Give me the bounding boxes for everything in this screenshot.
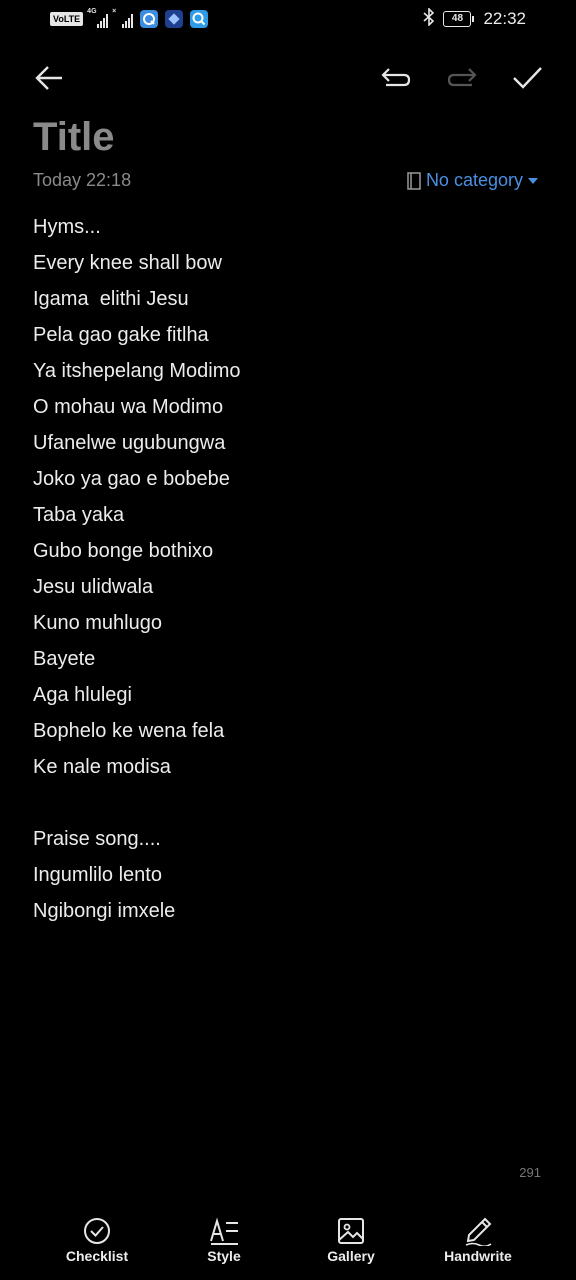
note-line: Ya itshepelang Modimo [33, 360, 241, 382]
dropdown-arrow-icon [528, 177, 538, 184]
no-signal-mark: × [112, 8, 117, 15]
undo-icon [381, 68, 411, 87]
text-style-icon [210, 1217, 238, 1245]
note-title[interactable]: Title [33, 115, 115, 160]
note-line: Ufanelwe ugubungwa [33, 432, 226, 454]
check-icon [513, 67, 542, 89]
status-right: 48 22:32 [423, 6, 526, 31]
note-line: Igama elithi Jesu [33, 288, 189, 310]
note-line: Ingumlilo lento [33, 864, 162, 886]
handwrite-label: Handwrite [444, 1248, 512, 1264]
battery-icon: 48 [443, 11, 475, 27]
save-button[interactable] [509, 60, 545, 96]
pen-icon [465, 1217, 492, 1246]
note-line: Jesu ulidwala [33, 576, 154, 598]
redo-button[interactable] [444, 60, 480, 96]
note-line [33, 785, 543, 821]
back-button[interactable] [31, 60, 67, 96]
image-icon [338, 1218, 364, 1244]
note-line: Ke nale modisa [33, 756, 171, 778]
volte-badge: VoLTE [50, 12, 84, 26]
notebook-icon [407, 171, 421, 190]
gallery-button[interactable]: Gallery [296, 1208, 406, 1264]
app-notification-icon-1 [140, 10, 159, 28]
bottom-toolbar: Checklist Style Gallery Handwrite [0, 1208, 576, 1280]
note-line: Joko ya gao e bobebe [33, 468, 230, 490]
note-line: Aga hlulegi [33, 684, 132, 706]
gallery-label: Gallery [327, 1248, 375, 1264]
note-line: O mohau wa Modimo [33, 396, 224, 418]
note-line: Ngibongi imxele [33, 900, 176, 922]
status-time: 22:32 [483, 9, 526, 28]
app-notification-icon-2 [165, 10, 184, 28]
signal-icon-2: × [112, 8, 134, 28]
status-left: VoLTE 4G × [50, 8, 209, 30]
handwrite-button[interactable]: Handwrite [423, 1208, 533, 1264]
note-line: Praise song.... [33, 828, 161, 850]
note-body[interactable]: Hyms... Every knee shall bow Igama elith… [33, 209, 543, 929]
note-line: Taba yaka [33, 504, 125, 526]
checklist-label: Checklist [65, 1248, 129, 1264]
note-line: Bophelo ke wena fela [33, 720, 225, 742]
signal-icon-1: 4G [87, 8, 109, 28]
note-line: Every knee shall bow [33, 252, 222, 274]
note-line: Bayete [33, 648, 96, 670]
status-bar: VoLTE 4G × 48 22:32 [0, 0, 576, 40]
bluetooth-icon [423, 6, 435, 31]
category-label: No category [425, 170, 523, 190]
character-count: 291 [519, 1165, 541, 1180]
note-line: Hyms... [33, 216, 101, 238]
undo-button[interactable] [378, 60, 414, 96]
checklist-button[interactable]: Checklist [42, 1208, 152, 1264]
note-line: Pela gao gake fitlha [33, 324, 209, 346]
arrow-left-icon [35, 66, 62, 90]
note-line: Kuno muhlugo [33, 612, 162, 634]
style-button[interactable]: Style [169, 1208, 279, 1264]
network-type: 4G [87, 8, 97, 15]
note-date: Today 22:18 [33, 170, 132, 190]
redo-icon [447, 68, 477, 87]
checklist-icon [84, 1218, 110, 1244]
app-notification-icon-3 [190, 10, 209, 28]
style-label: Style [207, 1248, 241, 1264]
note-line: Gubo bonge bothixo [33, 540, 214, 562]
category-selector[interactable]: No category [407, 170, 538, 191]
